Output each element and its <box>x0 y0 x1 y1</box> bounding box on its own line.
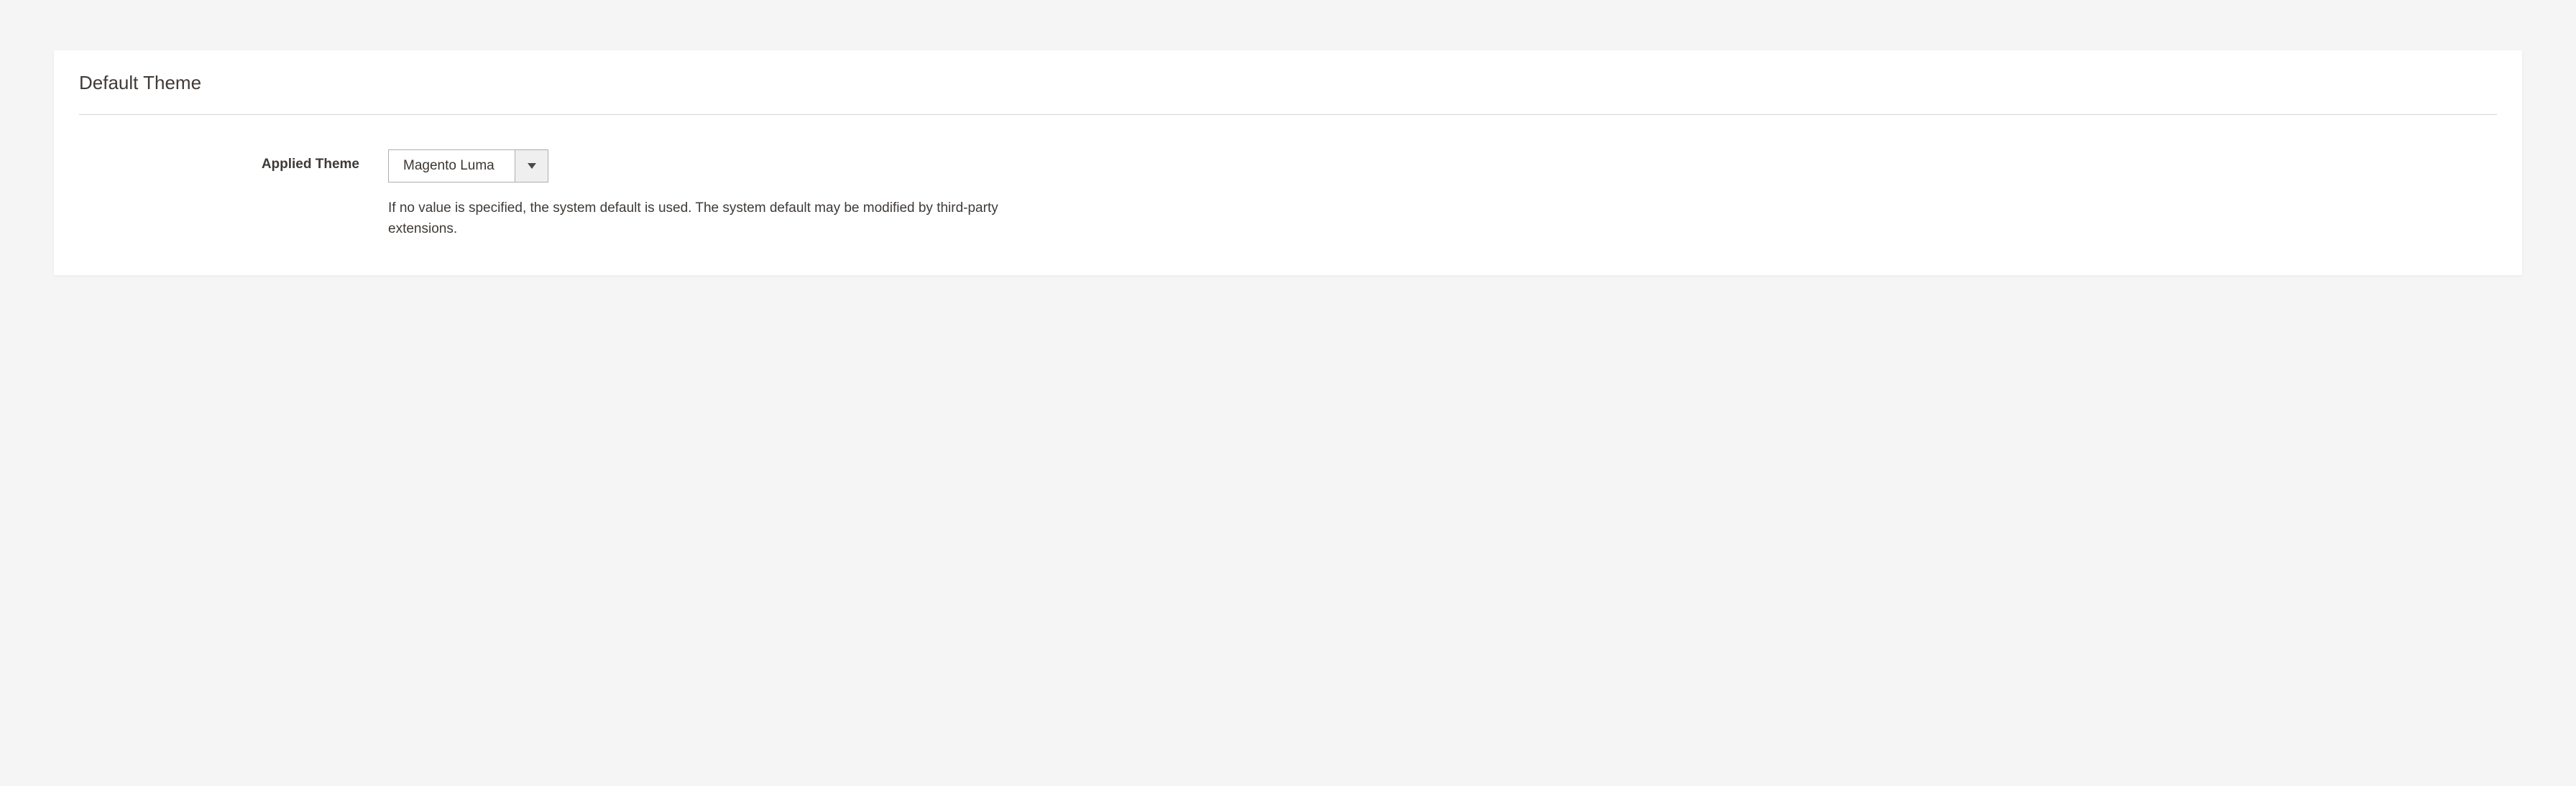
chevron-down-icon <box>528 159 536 172</box>
label-column: Applied Theme <box>79 149 388 172</box>
applied-theme-label: Applied Theme <box>262 157 359 172</box>
applied-theme-value: Magento Luma <box>389 150 515 182</box>
control-column: Magento Luma If no value is specified, t… <box>388 149 2497 239</box>
applied-theme-dropdown-button[interactable] <box>515 150 548 182</box>
default-theme-panel: Default Theme Applied Theme Magento Luma… <box>54 50 2522 275</box>
section-title: Default Theme <box>79 72 2497 115</box>
applied-theme-help-text: If no value is specified, the system def… <box>388 198 1021 239</box>
applied-theme-select[interactable]: Magento Luma <box>388 149 548 182</box>
applied-theme-row: Applied Theme Magento Luma If no value i… <box>79 149 2497 239</box>
